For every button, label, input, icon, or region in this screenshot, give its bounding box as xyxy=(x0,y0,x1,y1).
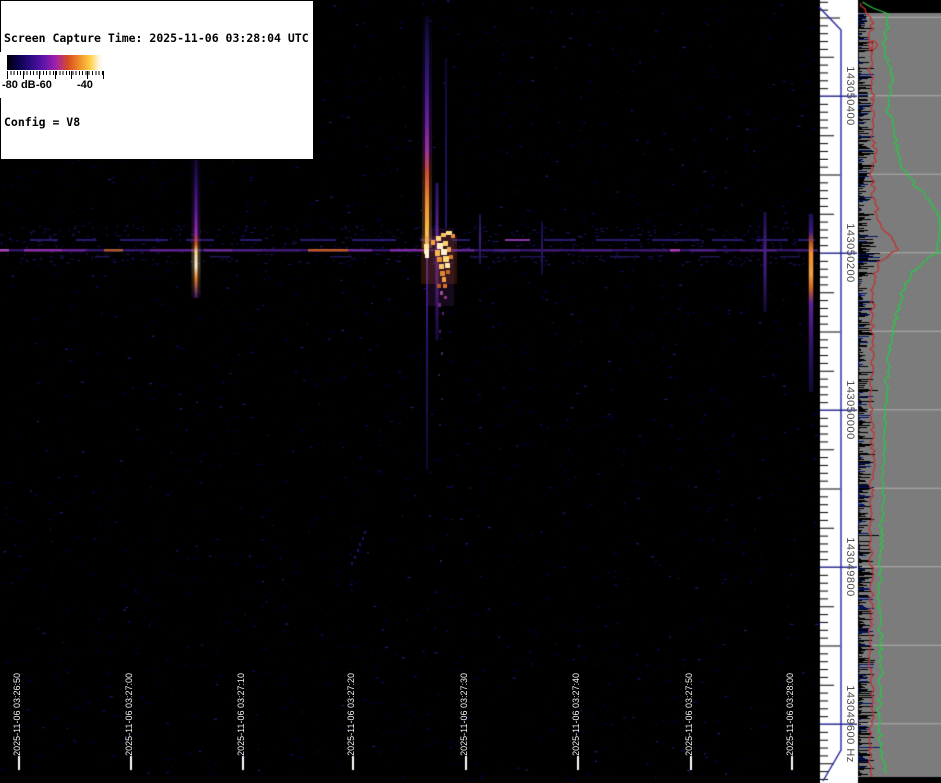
time-axis-label-032730: 2025-11-06 03:27:30 xyxy=(459,673,469,756)
freq-axis-label-143049800: 143049800 xyxy=(844,537,856,597)
freq-axis-label-143050000: 143050000 xyxy=(844,380,856,440)
time-axis-label-032740: 2025-11-06 03:27:40 xyxy=(571,673,581,756)
time-axis-label-032650: 2025-11-06 03:26:50 xyxy=(12,673,22,756)
time-axis-label-032750: 2025-11-06 03:27:50 xyxy=(684,673,694,756)
db-label-60: -60 xyxy=(36,79,52,91)
db-label-40: -40 xyxy=(77,79,93,91)
color-scale-legend: -80 dB -60 -40 xyxy=(0,52,113,98)
intensity-ruler-ticks xyxy=(7,71,105,79)
config-text: Config = V8 xyxy=(4,115,81,129)
time-axis-label-032800: 2025-11-06 03:28:00 xyxy=(785,673,795,756)
intensity-gradient-bar xyxy=(7,55,104,70)
freq-axis-label-143049600: 143049600 Hz xyxy=(844,685,856,763)
time-axis-label-032710: 2025-11-06 03:27:10 xyxy=(236,673,246,756)
db-label-80: -80 dB xyxy=(2,79,36,91)
time-axis-label-032720: 2025-11-06 03:27:20 xyxy=(346,673,356,756)
freq-axis-label-143050200: 143050200 xyxy=(844,223,856,283)
freq-axis-label-143050400: 143050400 xyxy=(844,66,856,126)
spectrum-lab-capture: Screen Capture Time: 2025-11-06 03:28:04… xyxy=(0,0,941,783)
time-axis-label-032700: 2025-11-06 03:27:00 xyxy=(124,673,134,756)
capture-time-text: Screen Capture Time: 2025-11-06 03:28:04… xyxy=(4,31,309,45)
